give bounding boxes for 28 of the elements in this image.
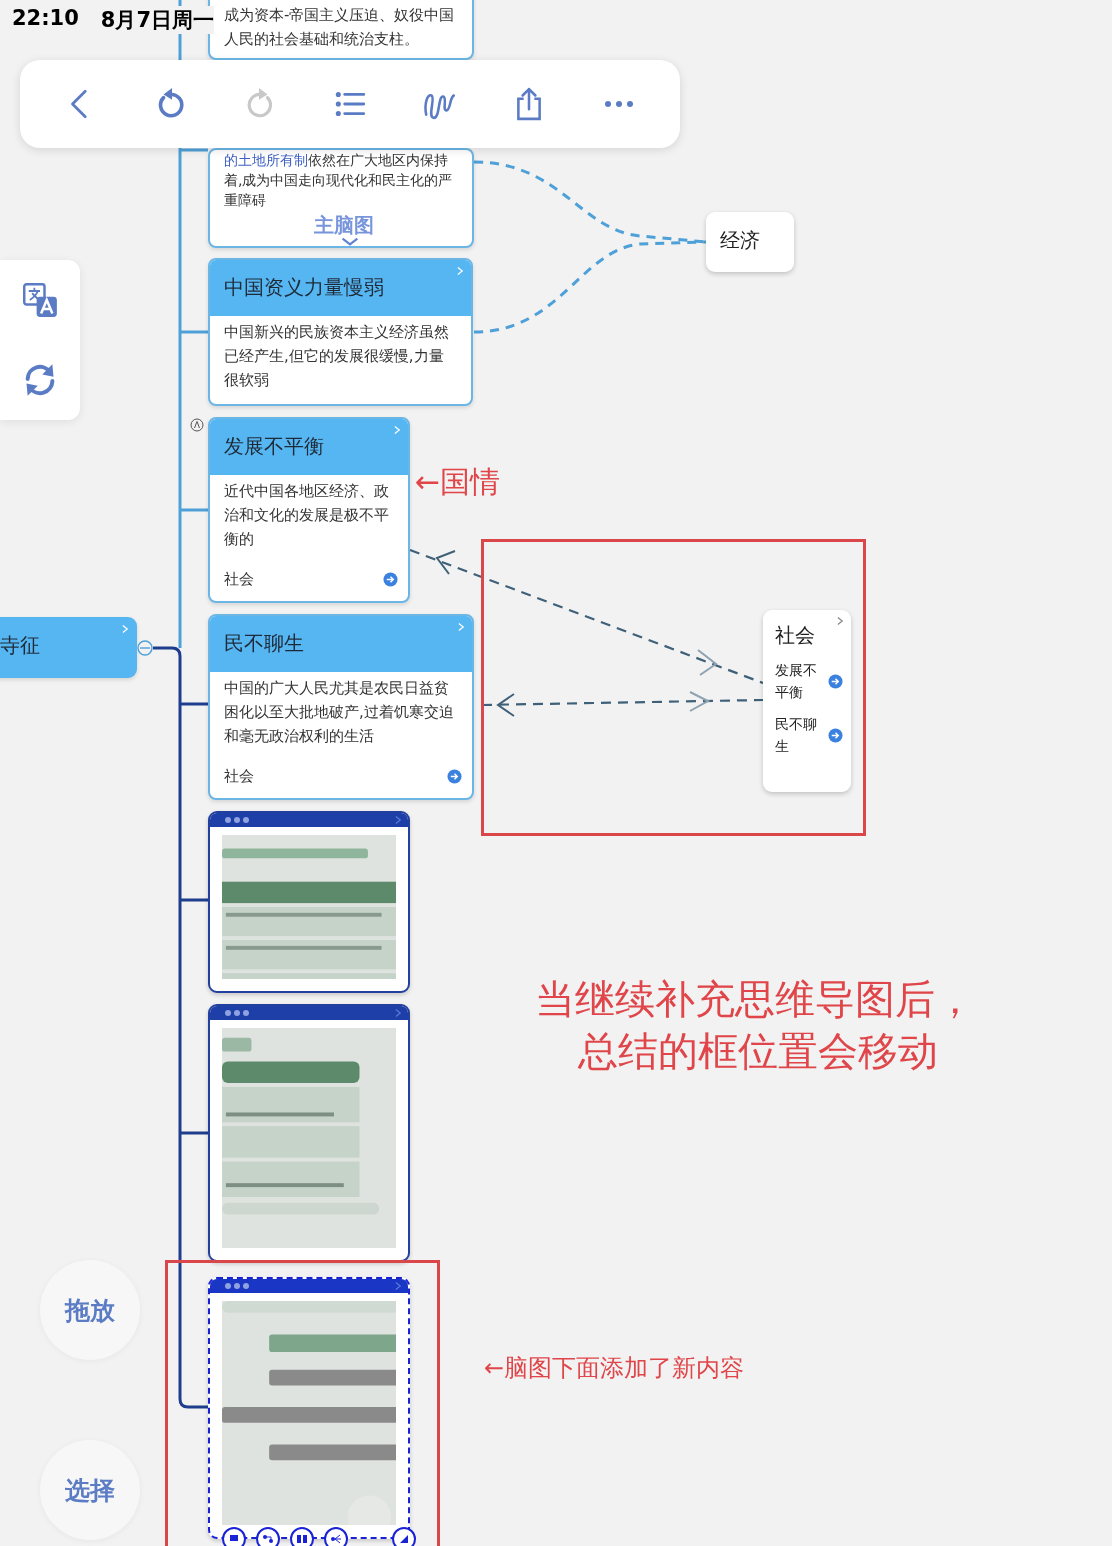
topic-tag: 社会 [224, 570, 254, 589]
topic-text: 成为资本-帝国主义压迫、奴役中国人民的社会基础和统治支柱。 [224, 5, 456, 50]
topic-tag: 社会 [224, 767, 254, 786]
topic-card[interactable]: 中国资义力量慢弱 中国新兴的民族资本主义经济虽然已经产生,但它的发展很缓慢,力量很软弱 [208, 258, 473, 406]
topic-text: 的土地所有制依然在广大地区内保持着,成为中国走向现代化和民主化的严重障碍 [224, 151, 454, 210]
annotation-note: ←脑图下面添加了新内容 [484, 1353, 745, 1384]
mode-button[interactable]: 选择 [40, 1440, 140, 1540]
status-date: 8月7日周一 [100, 6, 215, 34]
map-label: 主脑图 [314, 212, 374, 239]
topic-title: 发展不平衡 [224, 432, 324, 460]
mode-button[interactable]: 拖放 [40, 1260, 140, 1360]
annotation-note: ←国情 [415, 463, 501, 501]
topic-card[interactable]: 发展不平衡 近代中国各地区经济、政治和文化的发展是极不平衡的 社会 [208, 417, 410, 603]
status-time: 22:10 [12, 6, 79, 32]
topic-title: 中国资义力量慢弱 [224, 273, 384, 301]
summary-item[interactable]: 发展不平衡 [775, 659, 825, 703]
topic-text: 近代中国各地区经济、政治和文化的发展是极不平衡的 [224, 481, 390, 550]
text-link[interactable]: 的土地所有制 [224, 152, 308, 168]
topic-text: 中国新兴的民族资本主义经济虽然已经产生,但它的发展很缓慢,力量很软弱 [224, 322, 450, 391]
annotation-note: 当继续补充思维导图后， [535, 975, 975, 1024]
topic-text: 中国的广大人民尤其是农民日益贫困化以至大批地破产,过着饥寒交迫和毫无政治权利的生活 [224, 678, 455, 747]
topic-title: 民不聊生 [224, 629, 304, 657]
root-title: 寺征 [0, 632, 40, 659]
summary-title: 经济 [720, 227, 761, 254]
summary-item[interactable]: 民不聊生 [775, 713, 825, 757]
topic-card[interactable]: 民不聊生 中国的广大人民尤其是农民日益贫困化以至大批地破产,过着饥寒交迫和毫无政治权利的生活 社会 [208, 614, 474, 800]
annotation-note: 总结的框位置会移动 [578, 1027, 938, 1076]
summary-title: 社会 [775, 622, 816, 649]
